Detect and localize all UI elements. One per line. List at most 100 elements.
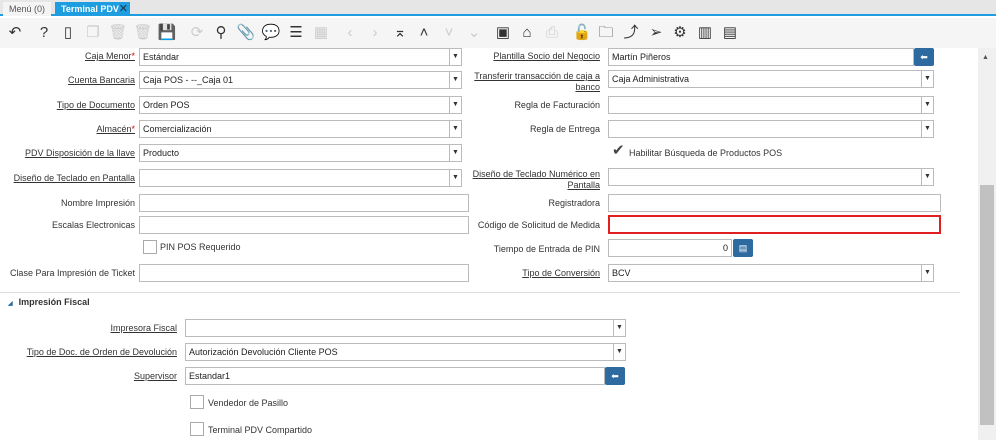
first-record-icon[interactable]: ⌅ bbox=[390, 23, 410, 43]
codigo-solicitud-input[interactable] bbox=[608, 215, 941, 234]
tipo-conversion-label[interactable]: Tipo de Conversión bbox=[460, 268, 600, 279]
transferir-select[interactable]: Caja Administrativa ▼ bbox=[608, 70, 934, 88]
scroll-up-icon[interactable]: ▲ bbox=[982, 54, 989, 61]
chevron-down-icon[interactable]: ▼ bbox=[921, 265, 933, 281]
cuenta-bancaria-select[interactable]: Caja POS - --_Caja 01 ▼ bbox=[139, 71, 462, 89]
fiscal-section-header[interactable]: ◢ Impresión Fiscal bbox=[8, 297, 90, 307]
regla-entrega-select[interactable]: ▼ bbox=[608, 120, 934, 138]
almacen-value: Comercialización bbox=[143, 124, 212, 134]
delete-icon[interactable]: 🗑 bbox=[108, 23, 128, 43]
chevron-down-icon[interactable]: ▼ bbox=[921, 169, 933, 185]
nombre-impresion-label: Nombre Impresión bbox=[60, 198, 135, 208]
refresh-icon[interactable]: ⟳ bbox=[187, 23, 207, 43]
search-lookup-button[interactable]: ⬅ bbox=[605, 367, 625, 385]
vertical-scrollbar[interactable]: ▲ bbox=[978, 48, 996, 440]
chevron-down-icon[interactable]: ▼ bbox=[921, 121, 933, 137]
transferir-value: Caja Administrativa bbox=[612, 74, 690, 84]
last-record-icon[interactable]: ⌄ bbox=[464, 23, 484, 43]
new-icon[interactable]: ▯ bbox=[58, 23, 78, 43]
tipo-conversion-select[interactable]: BCV ▼ bbox=[608, 264, 934, 282]
supervisor-label[interactable]: Supervisor bbox=[0, 371, 177, 382]
attachment-icon[interactable]: 📎 bbox=[236, 23, 256, 43]
regla-facturacion-select[interactable]: ▼ bbox=[608, 96, 934, 114]
help-icon[interactable]: ? bbox=[34, 23, 54, 43]
caja-menor-label[interactable]: Caja Menor* bbox=[0, 51, 135, 62]
clase-ticket-input[interactable] bbox=[139, 264, 469, 282]
print-icon[interactable]: ⎙ bbox=[542, 23, 562, 43]
calendar-icon[interactable]: ▦ bbox=[311, 23, 331, 43]
tipo-doc-devolucion-select[interactable]: Autorización Devolución Cliente POS ▼ bbox=[185, 343, 626, 361]
chevron-down-icon[interactable]: ▼ bbox=[613, 320, 625, 336]
diseno-numerico-select[interactable]: ▼ bbox=[608, 168, 934, 186]
almacen-select[interactable]: Comercialización ▼ bbox=[139, 120, 462, 138]
escalas-input[interactable] bbox=[139, 216, 469, 234]
toolbar: ↶ ? ▯ ❐ 🗑 🗑 💾 ⟳ ⚲ 📎 💬 ☰ ▦ ‹ › ⌅ ˄ ˅ ⌄ ▣ … bbox=[0, 18, 996, 48]
diseno-teclado-select[interactable]: ▼ bbox=[139, 169, 462, 187]
parent-record-icon[interactable]: ˄ bbox=[414, 23, 434, 43]
copy-icon[interactable]: ❐ bbox=[83, 23, 103, 43]
cuenta-bancaria-value: Caja POS - --_Caja 01 bbox=[143, 75, 234, 85]
plantilla-socio-input[interactable]: Martín Piñeros bbox=[608, 48, 914, 66]
info-icon[interactable]: ▤ bbox=[720, 23, 740, 43]
impresora-fiscal-label[interactable]: Impresora Fiscal bbox=[0, 323, 177, 334]
terminal-compartido-label: Terminal PDV Compartido bbox=[208, 425, 313, 435]
pdv-disposicion-label[interactable]: PDV Disposición de la llave bbox=[0, 148, 135, 159]
chevron-down-icon[interactable]: ▼ bbox=[921, 97, 933, 113]
pdv-disposicion-select[interactable]: Producto ▼ bbox=[139, 144, 462, 162]
search-icon[interactable]: ⚲ bbox=[211, 23, 231, 43]
calculator-button[interactable]: ▤ bbox=[733, 239, 753, 257]
tipo-doc-devolucion-label[interactable]: Tipo de Doc. de Orden de Devolución bbox=[0, 347, 177, 358]
close-icon[interactable]: ✕ bbox=[119, 2, 128, 16]
search-lookup-button[interactable]: ⬅ bbox=[914, 48, 934, 66]
tab-label: Terminal PDV bbox=[61, 4, 119, 14]
collapse-icon[interactable]: ◢ bbox=[8, 301, 13, 307]
process-icon[interactable]: ⚙ bbox=[670, 23, 690, 43]
scrollbar-thumb[interactable] bbox=[980, 185, 994, 425]
chat-icon[interactable]: 💬 bbox=[261, 23, 281, 43]
cuenta-bancaria-label[interactable]: Cuenta Bancaria bbox=[0, 75, 135, 86]
plantilla-socio-label[interactable]: Plantilla Socio del Negocio bbox=[460, 51, 600, 62]
caja-menor-value: Estándar bbox=[143, 52, 180, 62]
next-icon[interactable]: › bbox=[365, 23, 385, 43]
diseno-teclado-label[interactable]: Diseño de Teclado en Pantalla bbox=[0, 173, 135, 184]
regla-facturacion-label: Regla de Facturación bbox=[514, 100, 600, 110]
chevron-down-icon[interactable]: ▼ bbox=[613, 344, 625, 360]
nombre-impresion-input[interactable] bbox=[139, 194, 469, 212]
almacen-label[interactable]: Almacén* bbox=[0, 124, 135, 135]
report-icon[interactable]: ▣ bbox=[493, 23, 513, 43]
zoom-across-icon[interactable]: 🗀 bbox=[596, 23, 616, 43]
workflow-icon[interactable]: ⤴ bbox=[621, 23, 641, 43]
transferir-label[interactable]: Transferir transacción de caja a banco bbox=[460, 71, 600, 93]
grid-toggle-icon[interactable]: ☰ bbox=[286, 23, 306, 43]
send-icon[interactable]: ➢ bbox=[646, 23, 666, 43]
registradora-input[interactable] bbox=[608, 194, 941, 212]
supervisor-input[interactable]: Estandar1 bbox=[185, 367, 605, 385]
tipo-documento-select[interactable]: Orden POS ▼ bbox=[139, 96, 462, 114]
pin-pos-checkbox[interactable] bbox=[143, 240, 157, 254]
barcode-icon[interactable]: ▥ bbox=[695, 23, 715, 43]
chevron-down-icon[interactable]: ▼ bbox=[449, 145, 461, 161]
impresora-fiscal-select[interactable]: ▼ bbox=[185, 319, 626, 337]
pin-pos-label: PIN POS Requerido bbox=[160, 242, 241, 252]
tipo-documento-label[interactable]: Tipo de Documento bbox=[0, 100, 135, 111]
tiempo-pin-input[interactable]: 0 bbox=[608, 239, 732, 257]
tab-terminal-pdv[interactable]: Terminal PDV ✕ bbox=[55, 2, 130, 16]
habilitar-busqueda-checkbox[interactable]: ✔ bbox=[612, 143, 626, 159]
chevron-down-icon[interactable]: ▼ bbox=[921, 71, 933, 87]
lock-icon[interactable]: 🔓 bbox=[572, 23, 592, 43]
save-icon[interactable]: 💾 bbox=[157, 23, 177, 43]
undo-icon[interactable]: ↶ bbox=[5, 23, 25, 43]
archive-icon[interactable]: ⌂ bbox=[517, 23, 537, 43]
detail-record-icon[interactable]: ˅ bbox=[439, 23, 459, 43]
diseno-numerico-label[interactable]: Diseño de Teclado Numérico en Pantalla bbox=[460, 169, 600, 191]
previous-icon[interactable]: ‹ bbox=[340, 23, 360, 43]
section-divider bbox=[0, 292, 960, 293]
caja-menor-select[interactable]: Estándar ▼ bbox=[139, 48, 462, 66]
tab-menu[interactable]: Menú (0) bbox=[3, 2, 52, 16]
tab-bar: Menú (0) Terminal PDV ✕ bbox=[0, 0, 996, 16]
terminal-compartido-checkbox[interactable] bbox=[190, 422, 204, 436]
tipo-conversion-value: BCV bbox=[612, 268, 631, 278]
escalas-label: Escalas Electronicas bbox=[51, 220, 135, 230]
vendedor-pasillo-checkbox[interactable] bbox=[190, 395, 204, 409]
delete-selection-icon[interactable]: 🗑 bbox=[133, 23, 153, 43]
